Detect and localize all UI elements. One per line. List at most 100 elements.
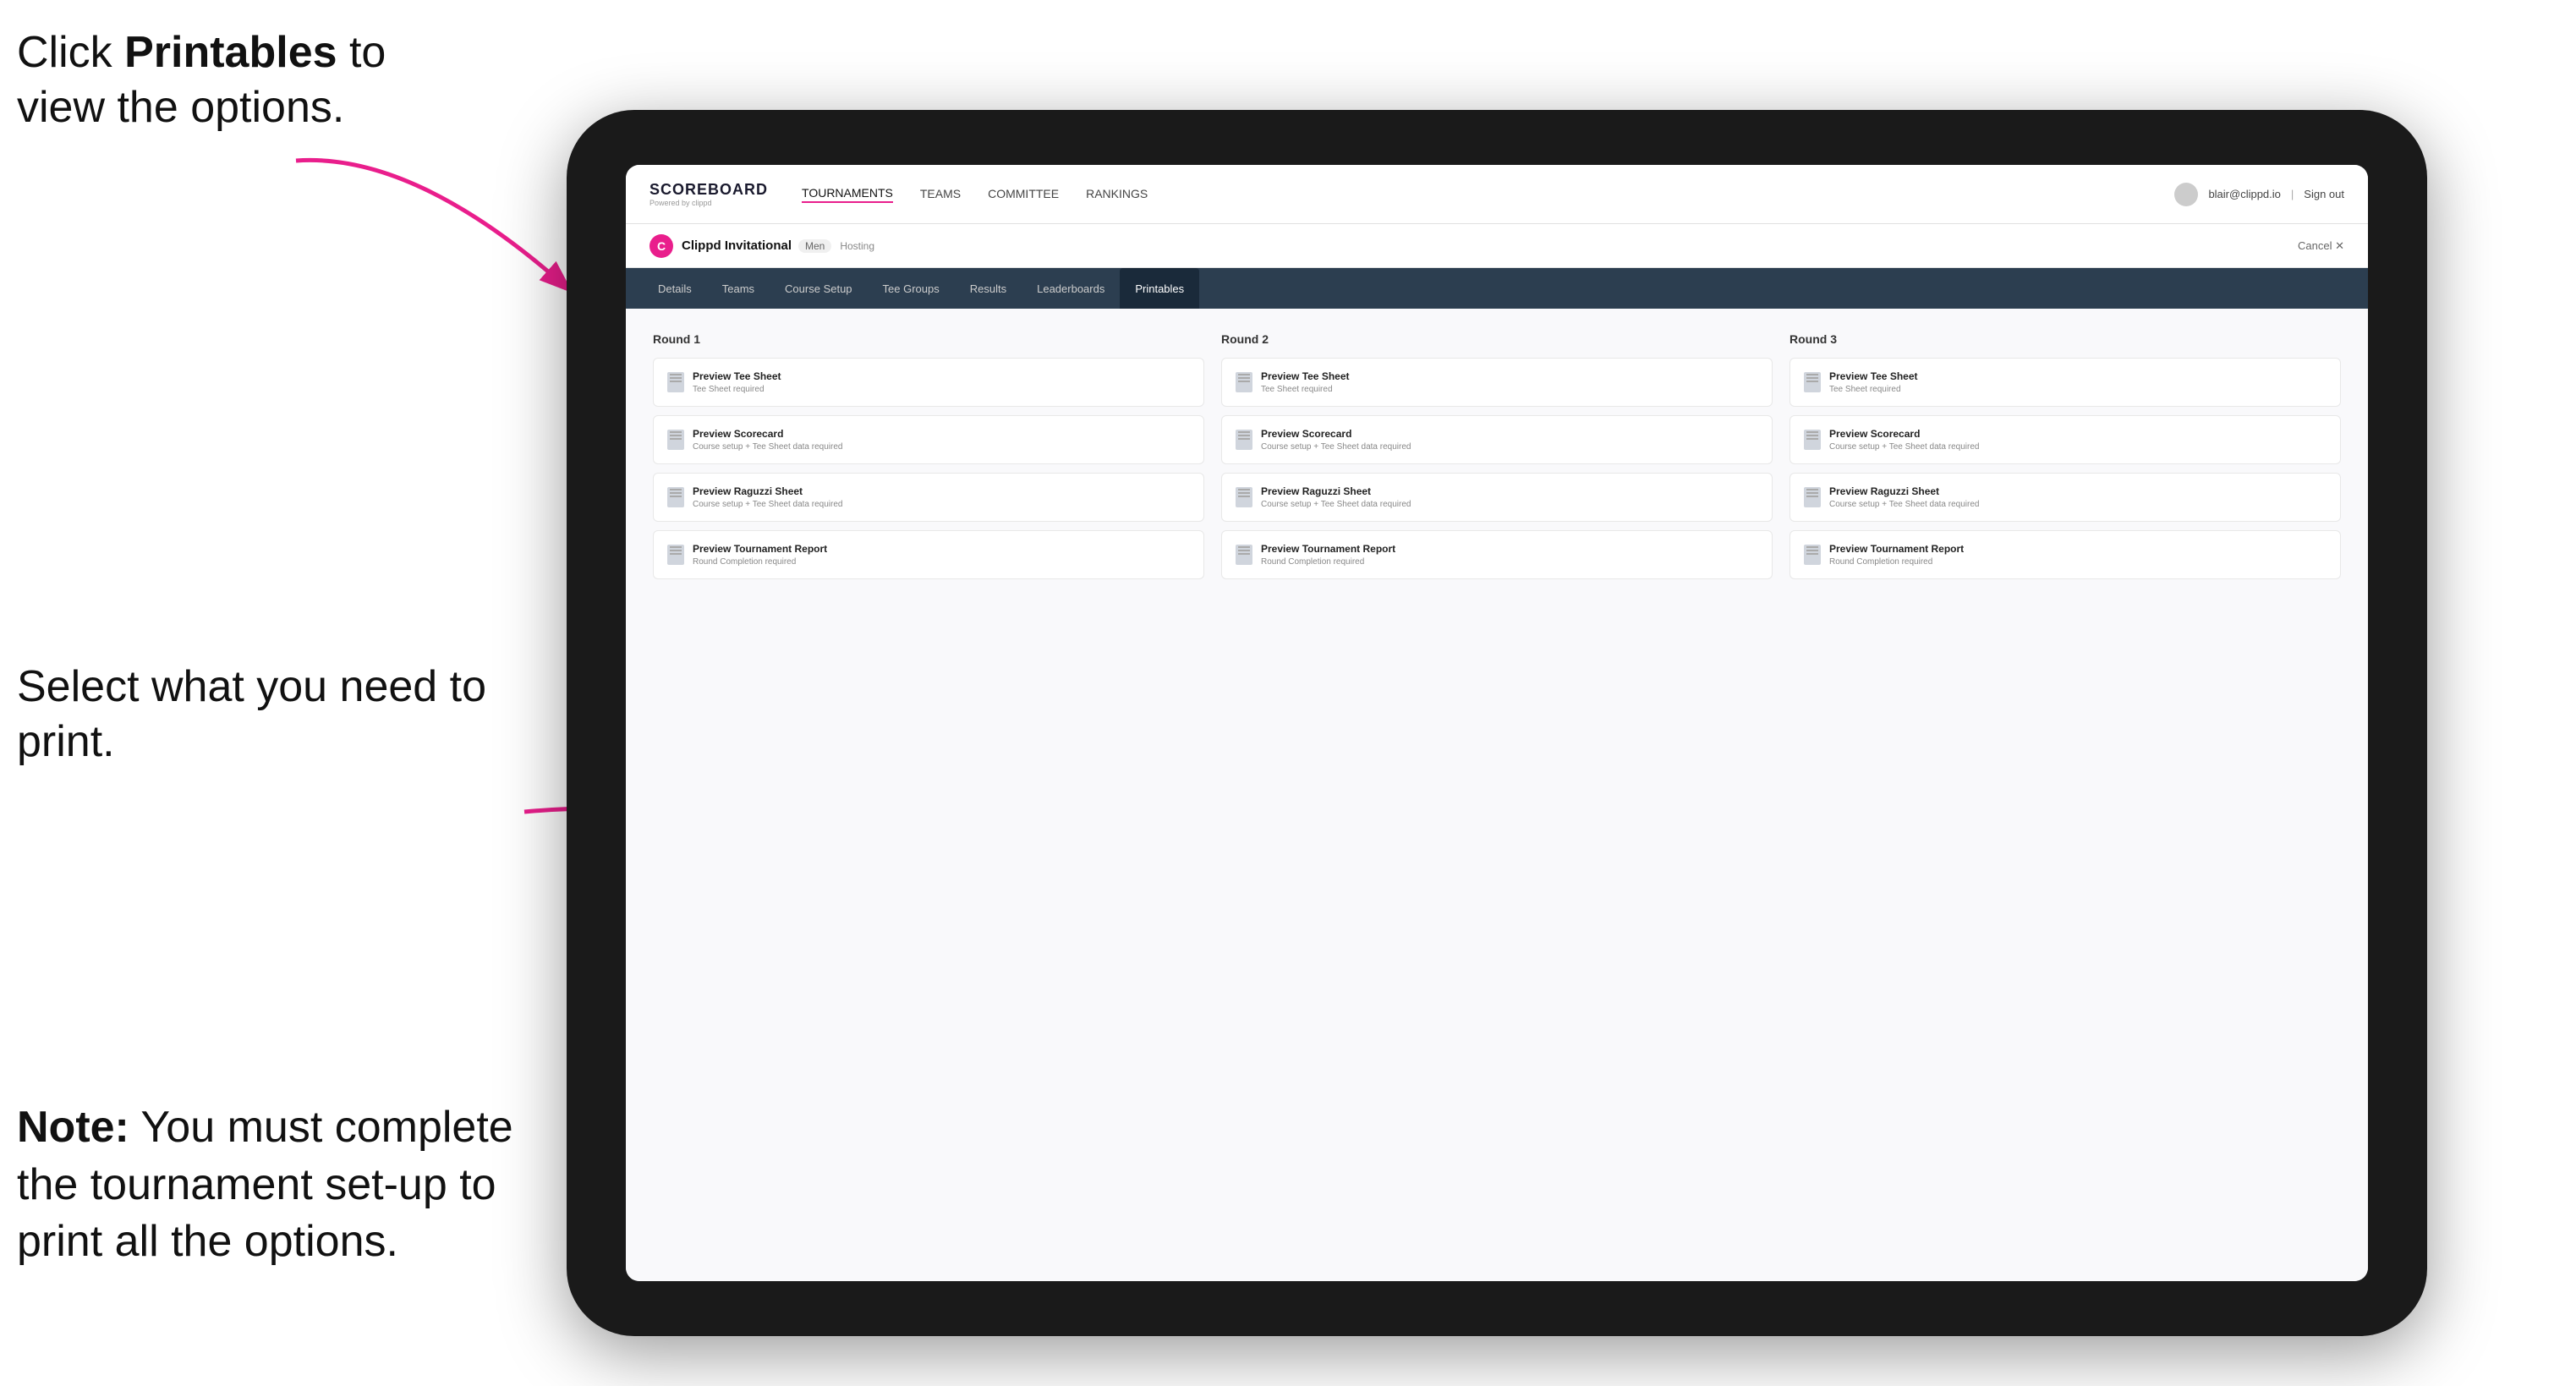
tournament-status: Hosting [840, 240, 874, 252]
top-nav-right: blair@clippd.io | Sign out [2174, 183, 2344, 206]
round-1-tee-sheet-card[interactable]: Preview Tee Sheet Tee Sheet required [653, 358, 1204, 407]
round-2-report-subtitle: Round Completion required [1261, 557, 1395, 567]
tee-sheet-icon-3 [1804, 372, 1821, 392]
nav-teams[interactable]: TEAMS [920, 187, 961, 202]
round-1-tee-sheet-title: Preview Tee Sheet [693, 370, 781, 382]
round-2-scorecard-subtitle: Course setup + Tee Sheet data required [1261, 442, 1411, 452]
tablet-screen: SCOREBOARD Powered by clippd TOURNAMENTS… [626, 165, 2368, 1281]
round-1-scorecard-card[interactable]: Preview Scorecard Course setup + Tee She… [653, 415, 1204, 464]
round-2-tee-sheet-card[interactable]: Preview Tee Sheet Tee Sheet required [1221, 358, 1773, 407]
scorecard-icon-2 [1236, 430, 1252, 450]
nav-rankings[interactable]: RANKINGS [1086, 187, 1148, 202]
round-2-scorecard-title: Preview Scorecard [1261, 428, 1411, 440]
round-3-scorecard-subtitle: Course setup + Tee Sheet data required [1829, 442, 1979, 452]
round-3-report-text: Preview Tournament Report Round Completi… [1829, 543, 1964, 567]
instruction-top: Click Printables toview the options. [17, 25, 524, 135]
round-2-column: Round 2 Preview Tee Sheet Tee Sheet requ… [1221, 332, 1773, 588]
logo-powered: Powered by clippd [649, 199, 768, 207]
instruction-bottom: Note: You must complete the tournament s… [17, 1099, 516, 1271]
user-avatar [2174, 183, 2198, 206]
tee-sheet-icon-2 [1236, 372, 1252, 392]
scorecard-icon-3 [1804, 430, 1821, 450]
tournament-badge: Men [798, 239, 831, 253]
round-2-raguzzi-card[interactable]: Preview Raguzzi Sheet Course setup + Tee… [1221, 473, 1773, 522]
round-2-raguzzi-text: Preview Raguzzi Sheet Course setup + Tee… [1261, 485, 1411, 509]
logo-scoreboard: SCOREBOARD [649, 181, 768, 199]
round-3-tee-sheet-title: Preview Tee Sheet [1829, 370, 1918, 382]
round-1-raguzzi-title: Preview Raguzzi Sheet [693, 485, 842, 497]
tablet-device: SCOREBOARD Powered by clippd TOURNAMENTS… [567, 110, 2427, 1336]
user-email: blair@clippd.io [2208, 188, 2280, 200]
round-3-scorecard-text: Preview Scorecard Course setup + Tee She… [1829, 428, 1979, 452]
round-2-report-card[interactable]: Preview Tournament Report Round Completi… [1221, 530, 1773, 579]
round-1-report-title: Preview Tournament Report [693, 543, 827, 555]
tournament-logo: C [649, 234, 673, 258]
round-2-report-text: Preview Tournament Report Round Completi… [1261, 543, 1395, 567]
round-1-raguzzi-subtitle: Course setup + Tee Sheet data required [693, 500, 842, 509]
round-3-report-card[interactable]: Preview Tournament Report Round Completi… [1789, 530, 2341, 579]
sign-out-link[interactable]: Sign out [2304, 188, 2344, 200]
round-2-raguzzi-subtitle: Course setup + Tee Sheet data required [1261, 500, 1411, 509]
scorecard-icon [667, 430, 684, 450]
round-2-tee-sheet-title: Preview Tee Sheet [1261, 370, 1350, 382]
report-icon [667, 545, 684, 565]
round-3-raguzzi-title: Preview Raguzzi Sheet [1829, 485, 1979, 497]
tab-course-setup[interactable]: Course Setup [770, 268, 868, 309]
top-nav-links: TOURNAMENTS TEAMS COMMITTEE RANKINGS [802, 186, 2174, 203]
round-2-raguzzi-title: Preview Raguzzi Sheet [1261, 485, 1411, 497]
tee-sheet-icon [667, 372, 684, 392]
tab-nav: Details Teams Course Setup Tee Groups Re… [626, 268, 2368, 309]
round-3-report-subtitle: Round Completion required [1829, 557, 1964, 567]
round-1-report-card[interactable]: Preview Tournament Report Round Completi… [653, 530, 1204, 579]
tab-printables[interactable]: Printables [1120, 268, 1199, 309]
round-3-scorecard-title: Preview Scorecard [1829, 428, 1979, 440]
round-3-raguzzi-text: Preview Raguzzi Sheet Course setup + Tee… [1829, 485, 1979, 509]
round-3-title: Round 3 [1789, 332, 2341, 346]
logo-area: SCOREBOARD Powered by clippd [649, 181, 768, 207]
round-3-tee-sheet-card[interactable]: Preview Tee Sheet Tee Sheet required [1789, 358, 2341, 407]
round-1-tee-sheet-subtitle: Tee Sheet required [693, 385, 781, 394]
raguzzi-icon-2 [1236, 487, 1252, 507]
tab-details[interactable]: Details [643, 268, 707, 309]
round-3-raguzzi-card[interactable]: Preview Raguzzi Sheet Course setup + Tee… [1789, 473, 2341, 522]
printables-emphasis: Printables [124, 28, 337, 77]
nav-tournaments[interactable]: TOURNAMENTS [802, 186, 893, 203]
raguzzi-icon [667, 487, 684, 507]
tab-teams[interactable]: Teams [707, 268, 770, 309]
round-1-raguzzi-card[interactable]: Preview Raguzzi Sheet Course setup + Tee… [653, 473, 1204, 522]
round-3-report-title: Preview Tournament Report [1829, 543, 1964, 555]
round-3-tee-sheet-text: Preview Tee Sheet Tee Sheet required [1829, 370, 1918, 394]
round-3-tee-sheet-subtitle: Tee Sheet required [1829, 385, 1918, 394]
round-2-title: Round 2 [1221, 332, 1773, 346]
cancel-button[interactable]: Cancel ✕ [2298, 239, 2344, 253]
note-bold: Note: [17, 1103, 129, 1152]
tab-results[interactable]: Results [955, 268, 1022, 309]
round-1-scorecard-title: Preview Scorecard [693, 428, 842, 440]
report-icon-3 [1804, 545, 1821, 565]
round-3-raguzzi-subtitle: Course setup + Tee Sheet data required [1829, 500, 1979, 509]
round-3-column: Round 3 Preview Tee Sheet Tee Sheet requ… [1789, 332, 2341, 588]
round-1-scorecard-subtitle: Course setup + Tee Sheet data required [693, 442, 842, 452]
rounds-container: Round 1 Preview Tee Sheet Tee Sheet requ… [653, 332, 2341, 588]
tab-tee-groups[interactable]: Tee Groups [868, 268, 955, 309]
round-2-report-title: Preview Tournament Report [1261, 543, 1395, 555]
round-1-scorecard-text: Preview Scorecard Course setup + Tee She… [693, 428, 842, 452]
main-content: Round 1 Preview Tee Sheet Tee Sheet requ… [626, 309, 2368, 1281]
round-2-scorecard-text: Preview Scorecard Course setup + Tee She… [1261, 428, 1411, 452]
round-1-column: Round 1 Preview Tee Sheet Tee Sheet requ… [653, 332, 1204, 588]
round-1-report-text: Preview Tournament Report Round Completi… [693, 543, 827, 567]
round-1-report-subtitle: Round Completion required [693, 557, 827, 567]
nav-committee[interactable]: COMMITTEE [988, 187, 1059, 202]
tab-leaderboards[interactable]: Leaderboards [1022, 268, 1120, 309]
round-2-scorecard-card[interactable]: Preview Scorecard Course setup + Tee She… [1221, 415, 1773, 464]
tournament-header: C Clippd Invitational Men Hosting Cancel… [626, 224, 2368, 268]
top-nav: SCOREBOARD Powered by clippd TOURNAMENTS… [626, 165, 2368, 224]
tournament-name: Clippd Invitational [682, 238, 792, 253]
report-icon-2 [1236, 545, 1252, 565]
round-3-scorecard-card[interactable]: Preview Scorecard Course setup + Tee She… [1789, 415, 2341, 464]
round-1-title: Round 1 [653, 332, 1204, 346]
round-1-tee-sheet-text: Preview Tee Sheet Tee Sheet required [693, 370, 781, 394]
round-2-tee-sheet-subtitle: Tee Sheet required [1261, 385, 1350, 394]
round-1-raguzzi-text: Preview Raguzzi Sheet Course setup + Tee… [693, 485, 842, 509]
instruction-middle: Select what you need to print. [17, 660, 491, 770]
